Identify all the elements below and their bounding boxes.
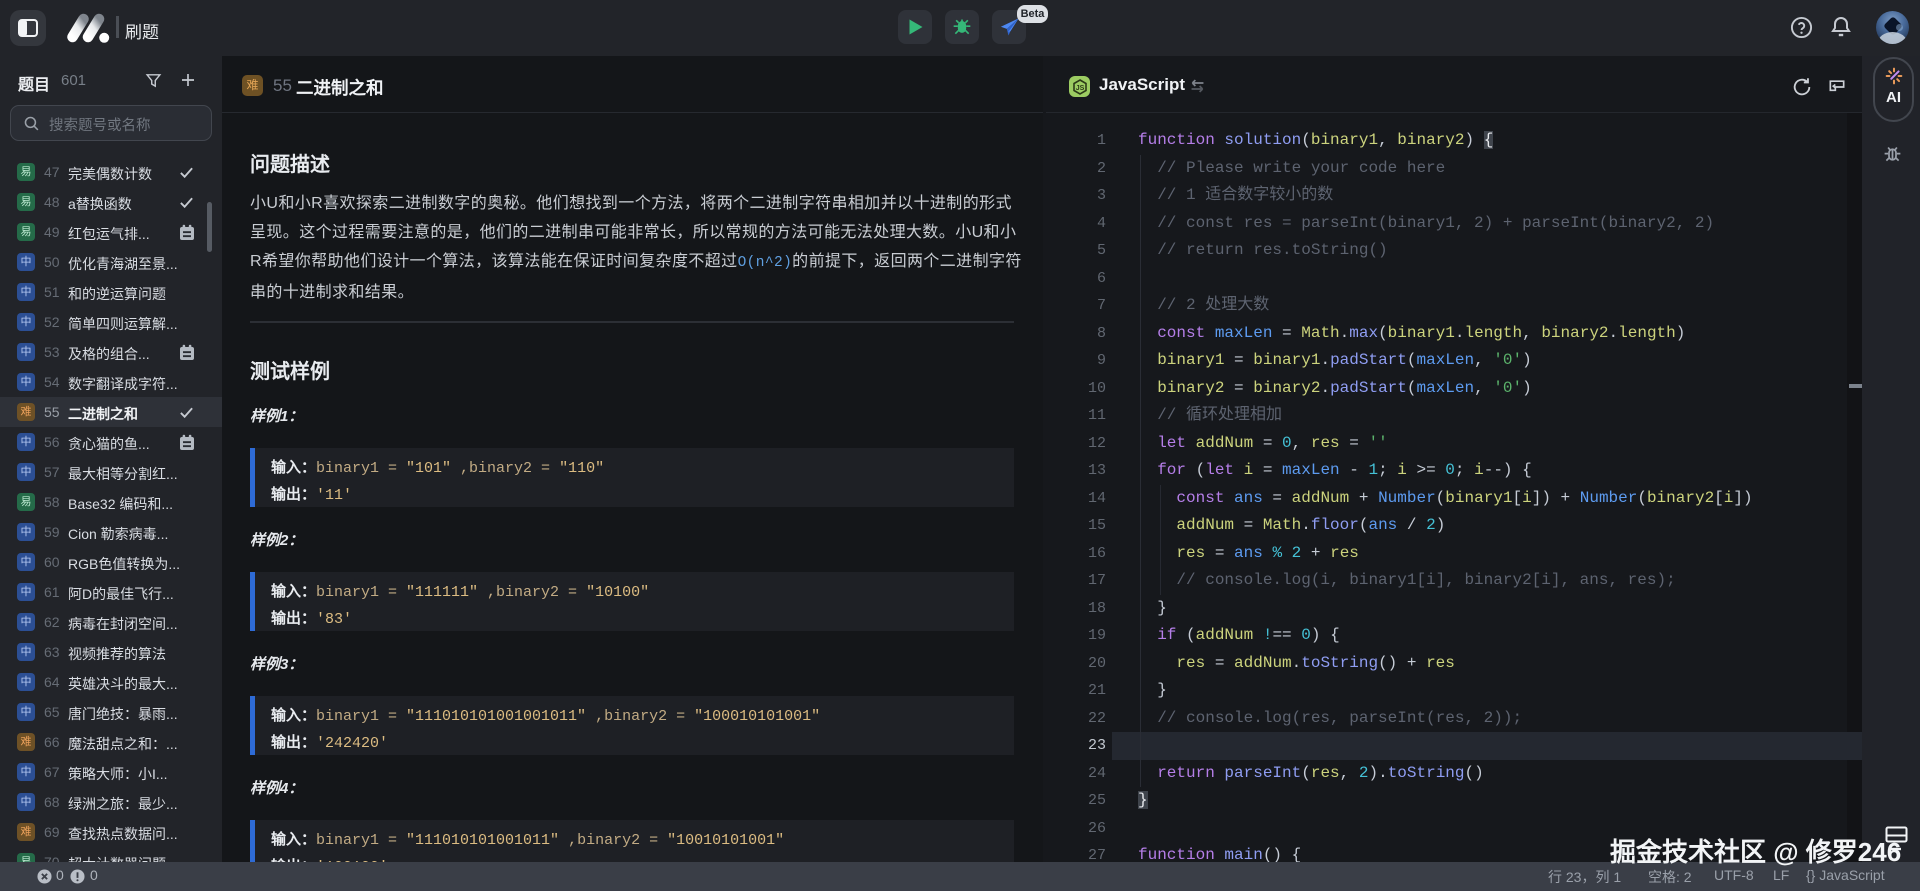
svg-text:JS: JS <box>1075 85 1084 92</box>
